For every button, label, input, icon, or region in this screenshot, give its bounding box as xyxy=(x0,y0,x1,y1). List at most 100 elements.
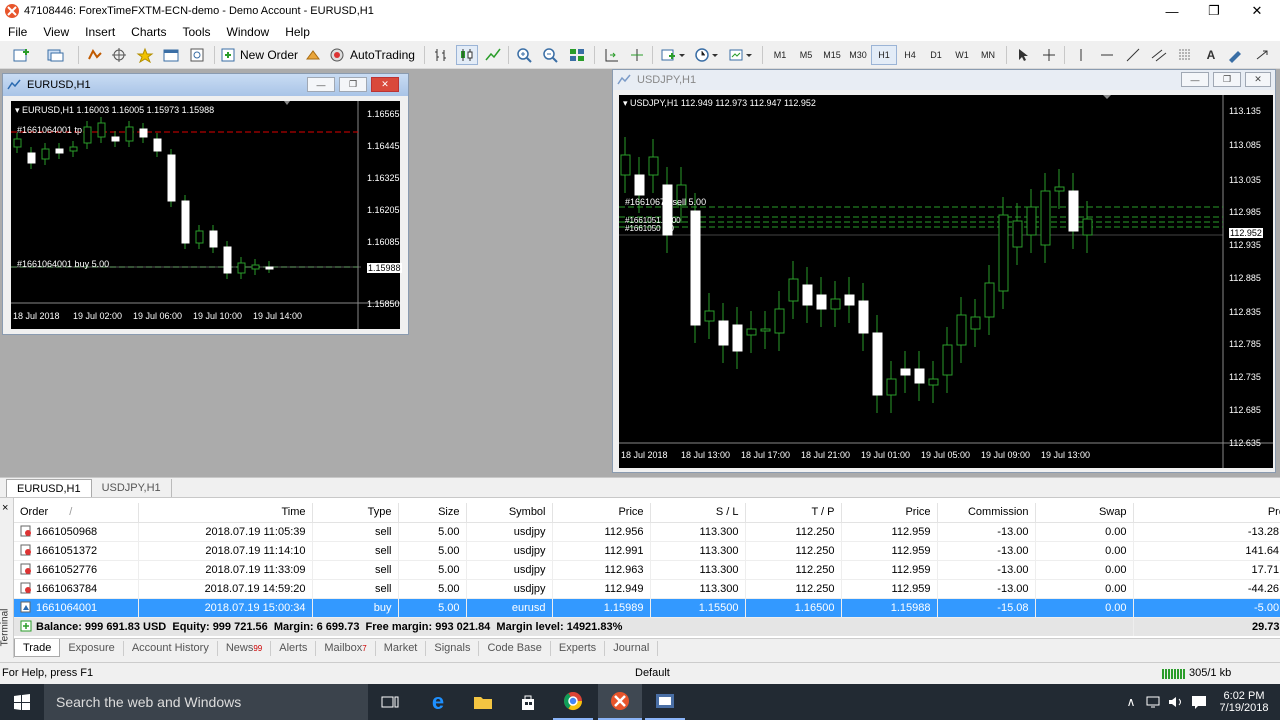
table-row[interactable]: 1661050968 2018.07.19 11:05:39 sell 5.00 usd… xyxy=(14,522,1280,542)
periods-icon[interactable] xyxy=(692,45,722,65)
eurusd-window-titlebar[interactable]: EURUSD,H1 — ❐ ✕ xyxy=(3,74,408,96)
zoom-in-icon[interactable] xyxy=(514,45,536,65)
tf-w1[interactable]: W1 xyxy=(949,45,975,65)
autotrading-button[interactable]: AutoTrading xyxy=(328,45,418,65)
horizontal-line-icon[interactable] xyxy=(1096,45,1118,65)
arrows-icon[interactable] xyxy=(1250,45,1276,65)
menu-help[interactable]: Help xyxy=(277,25,318,39)
eurusd-restore-button[interactable]: ❐ xyxy=(339,77,367,92)
tf-m1[interactable]: M1 xyxy=(767,45,793,65)
market-watch-icon[interactable] xyxy=(84,45,106,65)
start-button[interactable] xyxy=(0,684,44,720)
tab-experts[interactable]: Experts xyxy=(551,640,606,656)
equidistant-channel-icon[interactable] xyxy=(1148,45,1170,65)
eurusd-close-button[interactable]: ✕ xyxy=(371,77,399,92)
network-icon[interactable] xyxy=(1144,684,1164,720)
terminal-close-icon[interactable]: × xyxy=(2,502,8,514)
col-profit[interactable]: Profit xyxy=(1133,503,1280,523)
usdjpy-close-button[interactable]: ✕ xyxy=(1245,72,1271,87)
zoom-out-icon[interactable] xyxy=(540,45,562,65)
trendline-icon[interactable] xyxy=(1122,45,1144,65)
bar-chart-icon[interactable] xyxy=(430,45,452,65)
tab-code-base[interactable]: Code Base xyxy=(479,640,551,656)
metatrader-taskbar-icon[interactable] xyxy=(598,684,642,720)
cursor-icon[interactable] xyxy=(1012,45,1034,65)
tab-alerts[interactable]: Alerts xyxy=(271,640,317,656)
tf-m15[interactable]: M15 xyxy=(819,45,845,65)
store-icon[interactable] xyxy=(508,684,548,720)
menu-view[interactable]: View xyxy=(35,25,77,39)
col-price[interactable]: Price xyxy=(552,503,651,523)
tab-trade[interactable]: Trade xyxy=(14,639,61,657)
col-time[interactable]: Time xyxy=(138,503,313,523)
usdjpy-chart[interactable]: ▾ USDJPY,H1 112.949 112.973 112.947 112.… xyxy=(619,95,1273,468)
new-chart-icon[interactable] xyxy=(8,45,38,65)
taskbar-search[interactable]: Search the web and Windows xyxy=(44,684,368,720)
tray-expand-icon[interactable]: ∧ xyxy=(1122,684,1140,720)
tf-m5[interactable]: M5 xyxy=(793,45,819,65)
tf-m30[interactable]: M30 xyxy=(845,45,871,65)
candlestick-icon[interactable] xyxy=(456,45,478,65)
minimize-button[interactable]: — xyxy=(1150,0,1194,22)
profiles-icon[interactable] xyxy=(42,45,72,65)
col-sl[interactable]: S / L xyxy=(650,503,746,523)
tab-market[interactable]: Market xyxy=(376,640,427,656)
menu-insert[interactable]: Insert xyxy=(77,25,123,39)
col-commission[interactable]: Commission xyxy=(937,503,1036,523)
clock[interactable]: 6:02 PM 7/19/2018 xyxy=(1212,684,1276,720)
tab-eurusd[interactable]: EURUSD,H1 xyxy=(6,479,92,497)
templates-icon[interactable] xyxy=(726,45,756,65)
chrome-icon[interactable] xyxy=(553,684,593,720)
eurusd-chart-window[interactable]: EURUSD,H1 — ❐ ✕ ▾ EURUSD,H1 1.16003 1.16… xyxy=(2,73,409,335)
tile-windows-icon[interactable] xyxy=(566,45,588,65)
col-swap[interactable]: Swap xyxy=(1035,503,1134,523)
vertical-line-icon[interactable] xyxy=(1070,45,1092,65)
new-order-button[interactable]: New Order xyxy=(220,45,298,65)
task-view-icon[interactable] xyxy=(370,684,410,720)
col-size[interactable]: Size xyxy=(398,503,467,523)
tf-h1[interactable]: H1 xyxy=(871,45,897,65)
text-label-icon[interactable] xyxy=(1224,45,1246,65)
tab-account-history[interactable]: Account History xyxy=(124,640,218,656)
favorites-icon[interactable] xyxy=(134,45,156,65)
strategy-tester-icon[interactable] xyxy=(186,45,208,65)
fibonacci-icon[interactable] xyxy=(1174,45,1196,65)
capture-app-icon[interactable] xyxy=(645,684,685,720)
line-chart-icon[interactable] xyxy=(482,45,504,65)
menu-file[interactable]: File xyxy=(0,25,35,39)
tf-mn[interactable]: MN xyxy=(975,45,1001,65)
auto-scroll-icon[interactable] xyxy=(600,45,622,65)
usdjpy-minimize-button[interactable]: — xyxy=(1181,72,1209,87)
usdjpy-restore-button[interactable]: ❐ xyxy=(1213,72,1241,87)
usdjpy-window-titlebar[interactable]: USDJPY,H1 — ❐ ✕ xyxy=(613,70,1275,90)
indicators-icon[interactable] xyxy=(658,45,688,65)
edge-icon[interactable]: e xyxy=(418,684,458,720)
tab-mailbox[interactable]: Mailbox 7 xyxy=(316,640,376,656)
table-row[interactable]: 1661064001 2018.07.19 15:00:34 buy 5.00 euru… xyxy=(14,598,1280,618)
table-row[interactable]: 1661052776 2018.07.19 11:33:09 sell 5.00 usd… xyxy=(14,560,1280,580)
eurusd-chart[interactable]: ▾ EURUSD,H1 1.16003 1.16005 1.15973 1.15… xyxy=(11,101,402,329)
tab-journal[interactable]: Journal xyxy=(605,640,659,656)
close-button[interactable]: ✕ xyxy=(1235,0,1279,22)
eurusd-minimize-button[interactable]: — xyxy=(307,77,335,92)
action-center-icon[interactable] xyxy=(1188,684,1210,720)
file-explorer-icon[interactable] xyxy=(463,684,503,720)
table-row[interactable]: 1661051372 2018.07.19 11:14:10 sell 5.00 usd… xyxy=(14,541,1280,561)
col-current-price[interactable]: Price xyxy=(841,503,938,523)
col-order[interactable]: Order / xyxy=(14,503,139,523)
tab-news[interactable]: News 99 xyxy=(218,640,272,656)
menu-tools[interactable]: Tools xyxy=(175,25,219,39)
chart-shift-icon[interactable] xyxy=(626,45,648,65)
restore-button[interactable]: ❐ xyxy=(1192,0,1236,22)
tab-signals[interactable]: Signals xyxy=(426,640,480,656)
col-type[interactable]: Type xyxy=(312,503,399,523)
tf-d1[interactable]: D1 xyxy=(923,45,949,65)
volume-icon[interactable] xyxy=(1166,684,1186,720)
navigator-icon[interactable] xyxy=(108,45,130,65)
table-row[interactable]: 1661063784 2018.07.19 14:59:20 sell 5.00 usd… xyxy=(14,579,1280,599)
tab-usdjpy[interactable]: USDJPY,H1 xyxy=(92,479,172,497)
text-tool-icon[interactable]: A xyxy=(1200,45,1222,65)
expert-advisors-icon[interactable] xyxy=(302,45,324,65)
menu-charts[interactable]: Charts xyxy=(123,25,174,39)
col-symbol[interactable]: Symbol xyxy=(466,503,553,523)
